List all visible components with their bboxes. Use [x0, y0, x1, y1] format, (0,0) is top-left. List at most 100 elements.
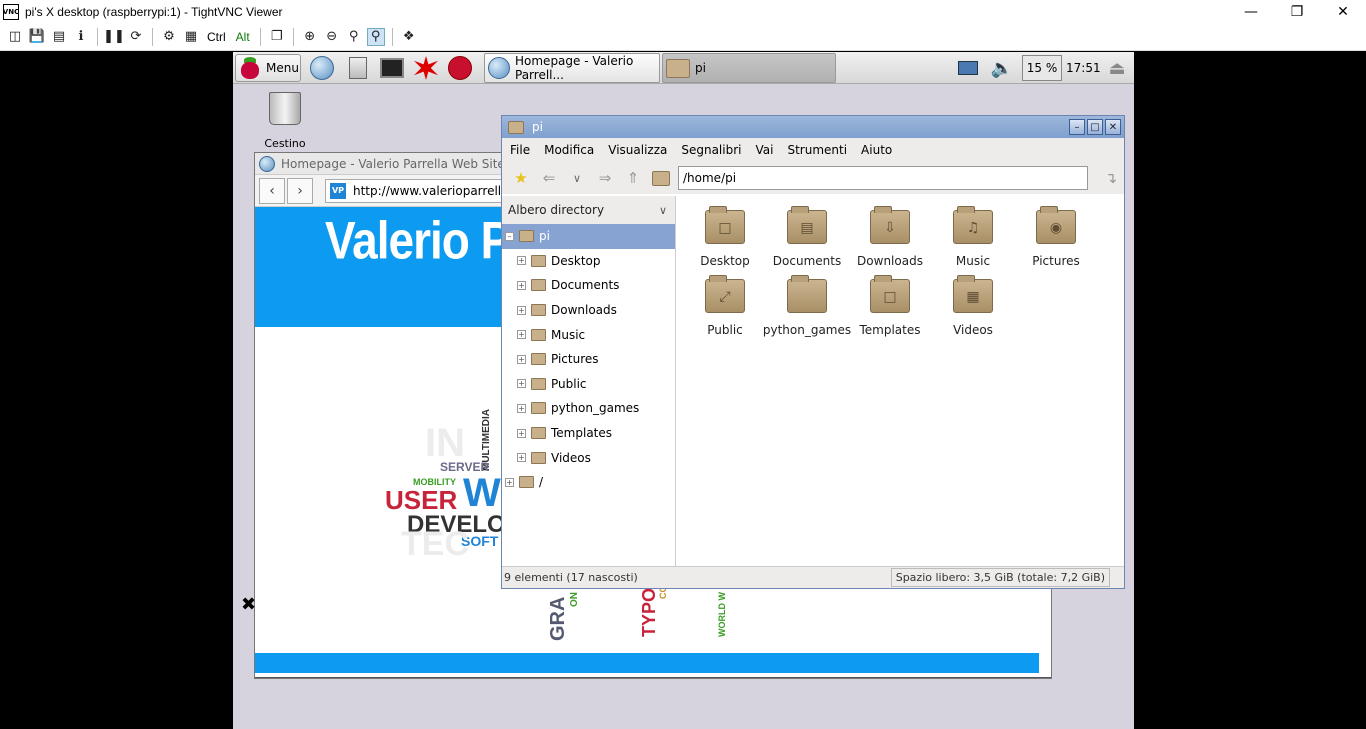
close-button[interactable]: ✕ [1320, 0, 1366, 23]
expand-icon[interactable]: + [517, 428, 526, 438]
tree-item-documents[interactable]: + Documents [502, 273, 675, 298]
restore-button[interactable]: ❐ [1274, 0, 1320, 23]
folder-documents-icon: ▤ [787, 206, 827, 244]
transfer-files-icon[interactable]: ❐ [268, 28, 286, 46]
folder-music[interactable]: ♫ Music [932, 206, 1014, 268]
folder-videos[interactable]: ▦ Videos [932, 275, 1014, 337]
menu-visualizza[interactable]: Visualizza [608, 143, 667, 157]
expand-icon[interactable]: + [517, 403, 526, 413]
menu-aiuto[interactable]: Aiuto [861, 143, 892, 157]
menu-vai[interactable]: Vai [756, 143, 774, 157]
fm-menubar: File Modifica Visualizza Segnalibri Vai … [502, 138, 1124, 162]
site-title: Valerio P [325, 210, 511, 270]
tree-item-python-games[interactable]: + python_games [502, 396, 675, 421]
menu-modifica[interactable]: Modifica [544, 143, 594, 157]
expand-icon[interactable]: + [505, 477, 514, 487]
folder-icon [531, 353, 546, 366]
zoom-out-icon[interactable]: ⊖ [323, 28, 341, 46]
home-folder-icon[interactable] [650, 167, 672, 189]
fm-maximize-button[interactable]: □ [1087, 119, 1103, 135]
ctrl-alt-del-icon[interactable]: ⚙ [160, 28, 178, 46]
zoom-auto-icon[interactable]: ⚲ [366, 27, 385, 46]
fm-close-button[interactable]: ✕ [1105, 119, 1121, 135]
clock[interactable]: 17:51 [1066, 61, 1101, 75]
back-icon[interactable]: ⇐ [538, 167, 560, 189]
expand-icon[interactable]: + [517, 305, 526, 315]
alt-key-button[interactable]: Alt [233, 30, 253, 44]
minimize-button[interactable]: — [1228, 0, 1274, 23]
fm-minimize-button[interactable]: – [1069, 119, 1085, 135]
sidebar-mode-select[interactable]: Albero directory ∨ [502, 196, 675, 224]
menu-label: Menu [266, 61, 299, 75]
expand-icon[interactable]: + [517, 280, 526, 290]
volume-icon[interactable]: 🔈 [987, 56, 1017, 80]
tree-item-public[interactable]: + Public [502, 372, 675, 397]
eject-icon[interactable]: ⏏ [1105, 56, 1129, 80]
tree-item-pictures[interactable]: + Pictures [502, 347, 675, 372]
forward-icon[interactable]: ⇒ [594, 167, 616, 189]
history-chevron-down-icon[interactable]: ∨ [566, 167, 588, 189]
mathematica-launcher-icon[interactable] [413, 55, 439, 81]
network-icon[interactable] [955, 56, 981, 80]
file-manager-launcher-icon[interactable] [345, 55, 371, 81]
wolfram-launcher-icon[interactable] [447, 55, 473, 81]
save-icon[interactable]: 💾 [28, 28, 46, 46]
expand-icon[interactable]: + [517, 256, 526, 266]
zoom-100-icon[interactable]: ⚲ [345, 28, 363, 46]
forward-button[interactable]: › [287, 177, 313, 204]
up-icon[interactable]: ⇑ [622, 167, 644, 189]
expand-icon[interactable]: + [517, 354, 526, 364]
tree-item-downloads[interactable]: + Downloads [502, 298, 675, 323]
ctrl-key-button[interactable]: Ctrl [204, 30, 229, 44]
fm-titlebar[interactable]: pi – □ ✕ [502, 116, 1124, 138]
taskbar-browser-button[interactable]: Homepage - Valerio Parrell... [484, 53, 660, 83]
tree-item-root[interactable]: + / [502, 470, 675, 495]
terminal-launcher-icon[interactable] [379, 55, 405, 81]
expand-icon[interactable]: + [517, 379, 526, 389]
tree-item-label: Desktop [551, 253, 601, 268]
go-icon[interactable]: ↴ [1100, 167, 1122, 189]
fm-icon-view: □ Desktop ▤ Documents ⇩ Downloads ♫ Musi… [680, 196, 1124, 566]
collapse-icon[interactable]: – [505, 231, 514, 241]
new-connection-icon[interactable]: ◫ [6, 28, 24, 46]
info-icon[interactable]: ℹ [72, 28, 90, 46]
tree-item-pi[interactable]: – pi [502, 224, 675, 249]
expand-icon[interactable]: + [517, 453, 526, 463]
back-button[interactable]: ‹ [259, 177, 285, 204]
start-menu-button[interactable]: Menu [235, 54, 301, 82]
folder-templates[interactable]: □ Templates [849, 275, 931, 337]
options-icon[interactable]: ▤ [50, 28, 68, 46]
folder-python-games[interactable]: python_games [762, 275, 852, 337]
expand-icon[interactable]: + [517, 330, 526, 340]
folder-music-icon: ♫ [953, 206, 993, 244]
tree-item-music[interactable]: + Music [502, 322, 675, 347]
menu-strumenti[interactable]: Strumenti [787, 143, 847, 157]
toolbar-separator [292, 27, 294, 46]
cpu-monitor[interactable]: 15 % [1022, 55, 1062, 81]
folder-desktop[interactable]: □ Desktop [684, 206, 766, 268]
path-input[interactable]: /home/pi [678, 166, 1088, 190]
new-tab-icon[interactable]: ★ [510, 167, 532, 189]
browser-scrollbar[interactable] [255, 677, 1051, 680]
ctrl-esc-icon[interactable]: ▦ [182, 28, 200, 46]
zoom-in-icon[interactable]: ⊕ [301, 28, 319, 46]
folder-icon [531, 402, 546, 415]
tree-item-templates[interactable]: + Templates [502, 421, 675, 446]
menu-segnalibri[interactable]: Segnalibri [681, 143, 741, 157]
file-manager-window: pi – □ ✕ File Modifica Visualizza Segnal… [501, 115, 1125, 589]
refresh-icon[interactable]: ⟳ [127, 28, 145, 46]
folder-pictures[interactable]: ◉ Pictures [1015, 206, 1097, 268]
close-x-icon[interactable]: ✖ [241, 594, 256, 615]
desktop-trash[interactable]: Cestino [264, 92, 306, 150]
pause-icon[interactable]: ❚❚ [103, 28, 125, 46]
taskbar-files-button[interactable]: pi [662, 53, 836, 83]
fullscreen-icon[interactable]: ❖ [400, 28, 418, 46]
folder-documents[interactable]: ▤ Documents [766, 206, 848, 268]
menu-file[interactable]: File [510, 143, 530, 157]
browser-launcher-icon[interactable] [309, 55, 335, 81]
tree-item-videos[interactable]: + Videos [502, 445, 675, 470]
folder-public[interactable]: ⤢ Public [684, 275, 766, 337]
tree-item-desktop[interactable]: + Desktop [502, 249, 675, 274]
folder-downloads[interactable]: ⇩ Downloads [849, 206, 931, 268]
folder-label: python_games [762, 323, 852, 337]
